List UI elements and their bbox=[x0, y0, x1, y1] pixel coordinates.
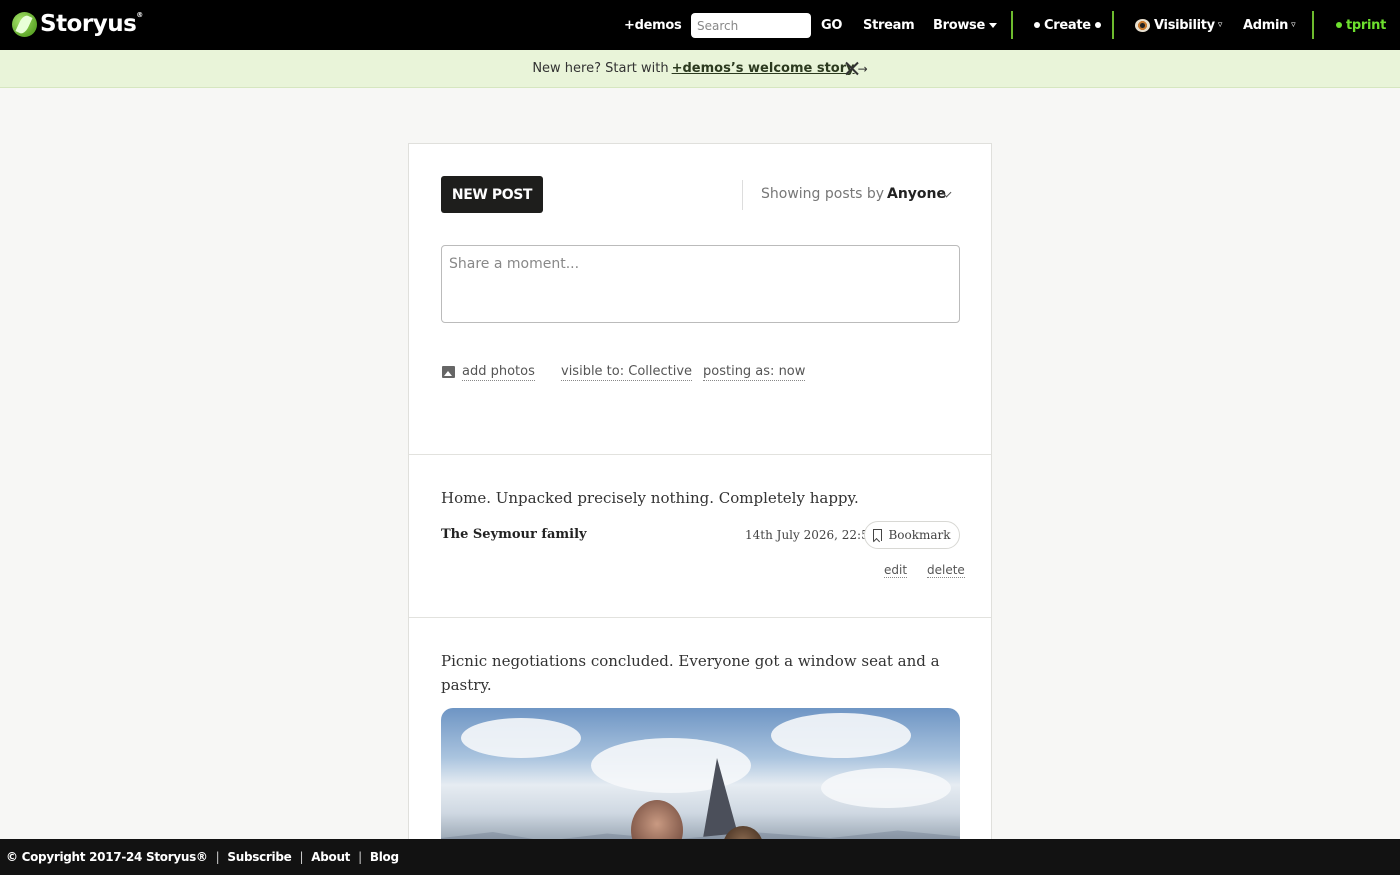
bullet-dot-icon bbox=[1034, 22, 1040, 28]
filter-divider bbox=[742, 180, 743, 210]
triangle-down-icon: ▿ bbox=[1291, 20, 1296, 30]
storyus-logo[interactable]: Storyus® bbox=[12, 11, 143, 37]
close-icon[interactable] bbox=[845, 61, 859, 75]
photo-cloud bbox=[771, 713, 911, 758]
visibility-label: Visibility bbox=[1154, 17, 1215, 33]
footer-separator: | bbox=[358, 850, 362, 864]
footer-subscribe-link[interactable]: Subscribe bbox=[227, 850, 291, 864]
add-photos-link[interactable]: add photos bbox=[462, 364, 535, 381]
post-item: Picnic negotiations concluded. Everyone … bbox=[409, 618, 991, 848]
posting-as-link[interactable]: posting as: now bbox=[703, 364, 806, 381]
top-navigation-bar: Storyus® +demos GO Stream Browse Create … bbox=[0, 0, 1400, 50]
create-label: Create bbox=[1044, 17, 1091, 33]
nav-create-menu[interactable]: Create bbox=[1030, 0, 1105, 50]
post-text: Picnic negotiations concluded. Everyone … bbox=[441, 652, 940, 694]
feed-card: NEW POST Showing posts by Anyone add pho… bbox=[408, 143, 992, 848]
admin-label: Admin bbox=[1243, 17, 1289, 33]
welcome-banner: New here? Start with +demos’s welcome st… bbox=[0, 50, 1400, 88]
filter-dropdown[interactable]: Anyone bbox=[887, 186, 946, 202]
search-go-button[interactable]: GO bbox=[821, 0, 842, 50]
bullet-dot-icon bbox=[1094, 22, 1101, 28]
bookmark-label: Bookmark bbox=[888, 528, 951, 542]
image-icon bbox=[442, 366, 455, 378]
post-timestamp: 14th July 2026, 22:55 bbox=[745, 528, 877, 542]
bookmark-button[interactable]: Bookmark bbox=[864, 521, 960, 549]
nav-divider bbox=[1312, 11, 1314, 39]
footer-separator: | bbox=[299, 850, 304, 864]
triangle-down-icon: ▿ bbox=[1217, 20, 1223, 30]
post-item: Home. Unpacked precisely nothing. Comple… bbox=[409, 455, 991, 618]
footer-bar: © Copyright 2017-24 Storyus® | Subscribe… bbox=[0, 839, 1400, 875]
nav-user-menu[interactable]: tprint bbox=[1332, 0, 1386, 50]
new-post-button[interactable]: NEW POST bbox=[441, 176, 543, 213]
user-name: tprint bbox=[1346, 17, 1387, 33]
photo-mountain-peak bbox=[703, 758, 739, 838]
caret-down-icon bbox=[989, 22, 998, 28]
welcome-story-link[interactable]: +demos’s welcome story bbox=[672, 61, 855, 76]
post-photo[interactable] bbox=[441, 708, 960, 848]
nav-divider bbox=[1112, 11, 1114, 39]
delete-post-link[interactable]: delete bbox=[927, 563, 965, 578]
online-status-dot-icon bbox=[1336, 22, 1342, 28]
post-author[interactable]: The Seymour family bbox=[441, 527, 587, 542]
nav-browse-menu[interactable]: Browse bbox=[933, 0, 998, 50]
nav-stream-link[interactable]: Stream bbox=[863, 0, 915, 50]
banner-text: New here? Start with bbox=[532, 61, 669, 76]
footer-blog-link[interactable]: Blog bbox=[370, 850, 399, 864]
brand-name: Storyus® bbox=[40, 11, 143, 37]
leaf-logo-icon bbox=[12, 11, 37, 37]
eye-icon bbox=[1135, 18, 1150, 32]
bookmark-icon bbox=[873, 529, 883, 541]
nav-demos-link[interactable]: +demos bbox=[624, 0, 682, 50]
nav-visibility-menu[interactable]: Visibility ▿ bbox=[1135, 0, 1222, 50]
footer-separator: | bbox=[215, 850, 220, 864]
copyright-text: © Copyright 2017-24 Storyus® bbox=[6, 850, 208, 864]
filter-label: Showing posts by bbox=[761, 186, 885, 202]
edit-post-link[interactable]: edit bbox=[884, 563, 908, 578]
browse-label: Browse bbox=[933, 17, 986, 33]
nav-admin-menu[interactable]: Admin ▿ bbox=[1243, 0, 1296, 50]
photo-cloud bbox=[461, 718, 581, 758]
search-input[interactable] bbox=[691, 13, 811, 38]
share-moment-input[interactable] bbox=[441, 245, 960, 323]
visibility-selector-link[interactable]: visible to: Collective bbox=[561, 364, 693, 381]
footer-about-link[interactable]: About bbox=[311, 850, 350, 864]
post-composer: NEW POST Showing posts by Anyone add pho… bbox=[409, 144, 991, 455]
nav-divider bbox=[1011, 11, 1013, 39]
post-text: Home. Unpacked precisely nothing. Comple… bbox=[441, 489, 859, 507]
photo-cloud bbox=[821, 768, 951, 808]
